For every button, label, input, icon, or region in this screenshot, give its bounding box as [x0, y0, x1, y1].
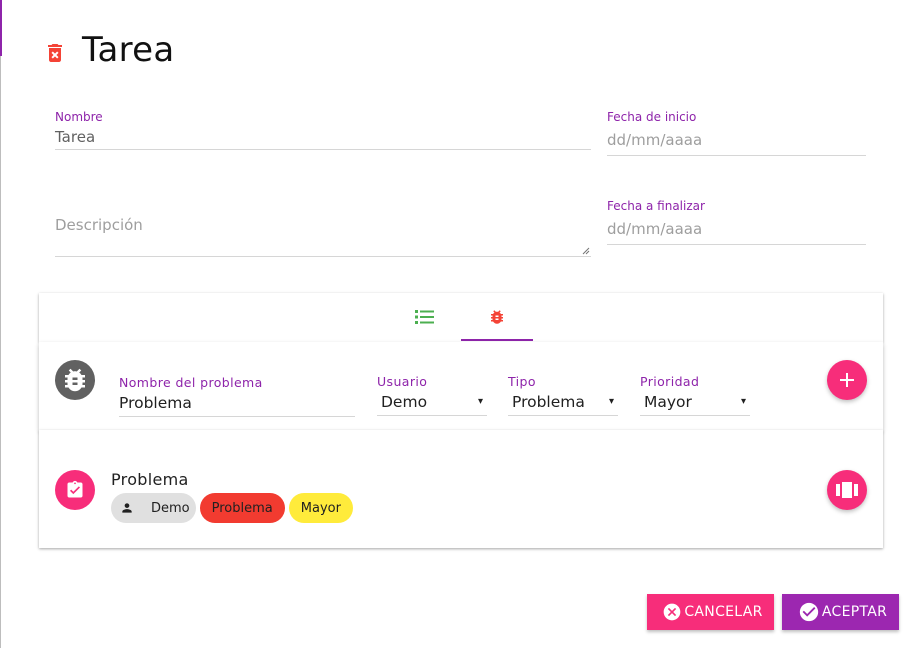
descripcion-input[interactable]: Descripción	[55, 216, 591, 234]
fecha-inicio-label: Fecha de inicio	[607, 110, 697, 124]
problem-list: Problema Demo Problema Mayor	[39, 430, 883, 548]
nombre-label: Nombre	[55, 110, 103, 124]
problem-avatar	[55, 360, 95, 400]
nombre-underline	[55, 149, 591, 150]
problem-item-chips: Demo Problema Mayor	[111, 493, 353, 523]
prioridad-value[interactable]: Mayor	[644, 393, 692, 411]
usuario-label: Usuario	[377, 374, 428, 389]
view-carousel-icon	[836, 482, 858, 498]
prioridad-label: Prioridad	[640, 374, 700, 389]
list-icon	[415, 310, 434, 324]
fecha-inicio-underline	[607, 155, 866, 156]
resize-handle-icon[interactable]	[582, 247, 590, 255]
priority-chip: Mayor	[288, 493, 353, 523]
fecha-inicio-input[interactable]: dd/mm/aaaa	[607, 131, 866, 149]
user-chip-label: Demo	[151, 500, 190, 516]
usuario-select[interactable]: Usuario Demo ▾	[377, 374, 487, 416]
cancel-label: CANCELAR	[684, 604, 763, 620]
trash-icon[interactable]	[44, 42, 66, 64]
assignment-check-icon	[67, 480, 83, 498]
tipo-select[interactable]: Tipo Problema ▾	[508, 374, 618, 416]
type-chip: Problema	[199, 493, 285, 523]
tipo-value[interactable]: Problema	[512, 393, 585, 411]
check-circle-icon	[798, 601, 820, 623]
chevron-down-icon[interactable]: ▾	[609, 393, 614, 411]
problem-item-avatar	[55, 470, 95, 510]
bug-icon	[65, 368, 85, 392]
left-border-line	[0, 56, 1, 648]
bug-icon	[491, 310, 503, 324]
cancel-circle-icon	[662, 602, 682, 622]
problem-name-input[interactable]: Problema	[119, 394, 355, 412]
prioridad-select[interactable]: Prioridad Mayor ▾	[640, 374, 750, 416]
left-accent-bar	[0, 0, 2, 56]
usuario-underline	[377, 415, 487, 416]
problem-name-field[interactable]: Nombre del problema Problema	[119, 375, 355, 417]
accept-button[interactable]: ACEPTAR	[782, 594, 899, 630]
tipo-underline	[508, 415, 618, 416]
add-problem-button[interactable]	[827, 360, 867, 400]
problem-form-row: Nombre del problema Problema Usuario Dem…	[39, 342, 883, 430]
page-title: Tarea	[82, 30, 175, 70]
problem-item-action-button[interactable]	[827, 470, 867, 510]
nombre-value[interactable]: Tarea	[55, 128, 591, 146]
descripcion-underline	[55, 256, 591, 257]
cancel-button[interactable]: CANCELAR	[647, 594, 774, 630]
dialog-header: Tarea	[44, 28, 174, 72]
prioridad-underline	[640, 415, 750, 416]
problem-name-underline	[119, 416, 355, 417]
chevron-down-icon[interactable]: ▾	[478, 393, 483, 411]
user-chip: Demo	[111, 493, 196, 523]
tipo-label: Tipo	[508, 374, 536, 389]
fecha-fin-input[interactable]: dd/mm/aaaa	[607, 220, 866, 238]
nombre-field[interactable]: Nombre Tarea	[55, 110, 591, 150]
chevron-down-icon[interactable]: ▾	[741, 393, 746, 411]
plus-icon	[840, 373, 854, 387]
fecha-fin-underline	[607, 244, 866, 245]
descripcion-field[interactable]: Descripción	[55, 216, 591, 257]
tab-list[interactable]	[389, 293, 461, 341]
problem-name-label: Nombre del problema	[119, 375, 263, 390]
accept-label: ACEPTAR	[821, 604, 888, 620]
person-icon	[115, 496, 139, 520]
fecha-fin-field[interactable]: Fecha a finalizar dd/mm/aaaa	[607, 199, 866, 245]
problem-item-title: Problema	[111, 470, 189, 489]
fecha-fin-label: Fecha a finalizar	[607, 199, 705, 213]
fecha-inicio-field[interactable]: Fecha de inicio dd/mm/aaaa	[607, 110, 866, 156]
tab-bar	[39, 293, 883, 342]
usuario-value[interactable]: Demo	[381, 393, 427, 411]
tab-bugs[interactable]	[461, 293, 533, 341]
